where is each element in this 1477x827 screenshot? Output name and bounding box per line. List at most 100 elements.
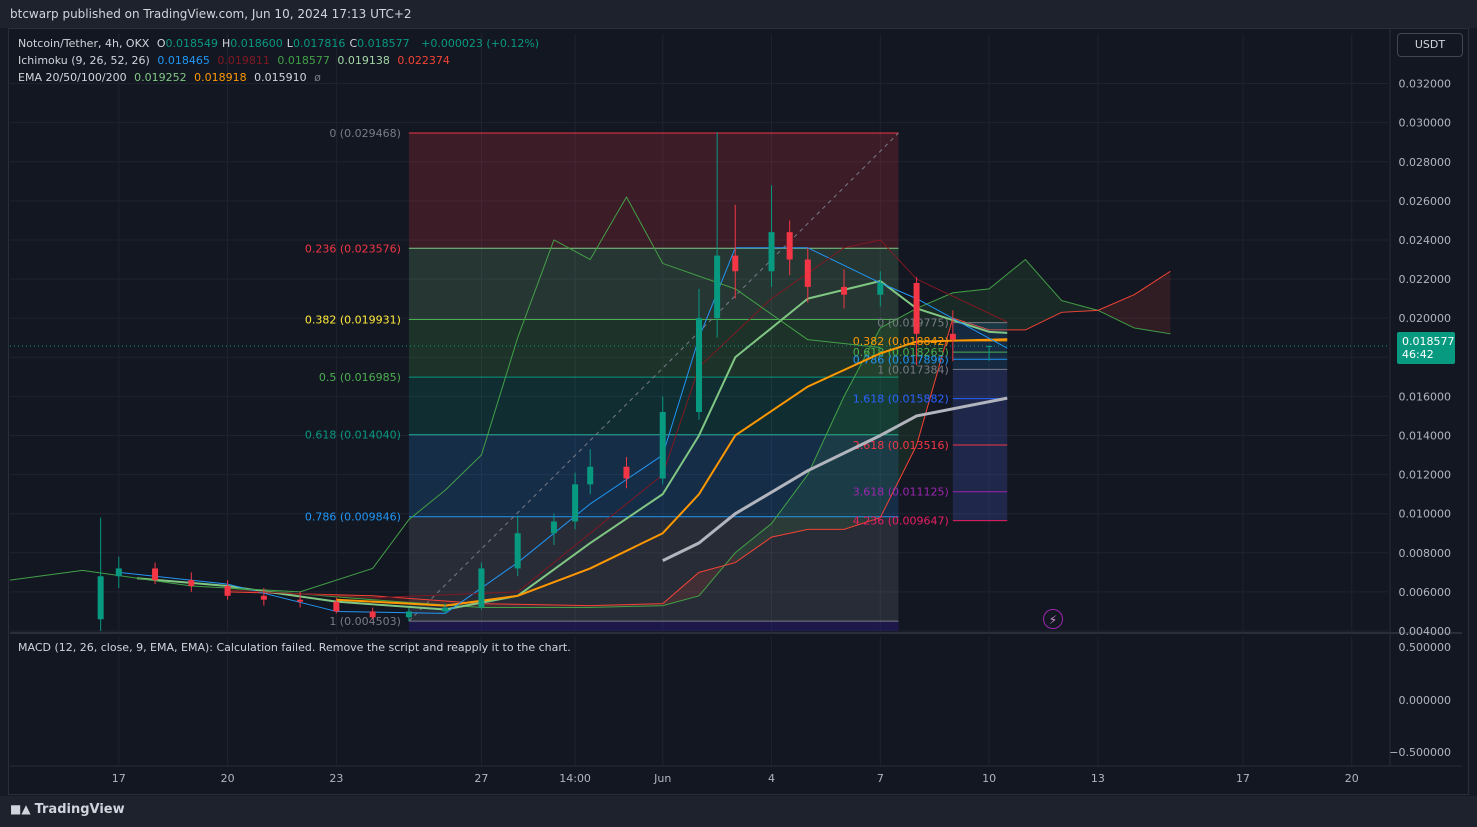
fib-level-label: 1 (0.004503)	[329, 615, 401, 628]
ichimoku-cloud	[989, 259, 1026, 330]
legend-ichimoku-row[interactable]: Ichimoku (9, 26, 52, 26) 0.018465 0.0198…	[18, 52, 543, 69]
legend-ohlc-label: O	[156, 37, 166, 50]
legend-ema-label: EMA 20/50/100/200	[18, 71, 127, 84]
price-axis-tick: 0.032000	[1399, 78, 1452, 91]
fib-extension-label: 0 (0.019775)	[877, 317, 949, 330]
candle-body	[572, 484, 579, 522]
candle-body	[115, 568, 122, 577]
candle-body	[514, 533, 521, 569]
macd-axis-tick: −0.500000	[1389, 746, 1451, 759]
candle-body	[696, 318, 702, 413]
price-axis-tick: 0.004000	[1399, 625, 1452, 638]
candle-body	[260, 595, 267, 600]
candle-body	[913, 282, 920, 334]
footer-bar	[0, 796, 1477, 827]
price-axis-tick: 0.024000	[1399, 234, 1452, 247]
candle-body	[369, 611, 376, 618]
fib-level-label: 0 (0.029468)	[329, 127, 401, 140]
fib-level-label: 0.382 (0.019931)	[305, 314, 401, 327]
bar-countdown: 46:42	[1402, 348, 1434, 361]
time-axis-tick: 4	[768, 772, 775, 785]
candle-body	[550, 521, 557, 534]
fib-level-label: 0.236 (0.023576)	[305, 242, 401, 255]
price-axis-tick: 0.006000	[1399, 586, 1452, 599]
candle-body	[949, 333, 956, 340]
fib-level-label: 0.5 (0.016985)	[319, 371, 401, 384]
legend-ohlc-value: 0.018549	[165, 37, 219, 50]
candle-body	[659, 412, 666, 479]
legend-symbol-row: Notcoin/Tether, 4h, OKX O0.018549 H0.0186…	[18, 35, 543, 52]
candle-body	[768, 232, 775, 272]
candle-body	[442, 607, 449, 612]
candle-body	[188, 580, 195, 587]
fib-zone	[408, 133, 899, 249]
fib-extension-label: 4.236 (0.009647)	[853, 515, 949, 528]
legend-ema-row[interactable]: EMA 20/50/100/200 0.019252 0.018918 0.01…	[18, 69, 543, 86]
legend-ema-value: 0.019252	[134, 71, 187, 84]
legend-ohlc-value: 0.018600	[230, 37, 283, 50]
time-axis-tick: 14:00	[559, 772, 591, 785]
legend-ema-value: ø	[314, 71, 321, 84]
price-axis-tick: 0.014000	[1399, 429, 1452, 442]
price-axis-tick: 0.016000	[1399, 390, 1452, 403]
candle-body	[97, 576, 104, 620]
currency-button[interactable]: USDT	[1397, 33, 1463, 57]
fib-zone	[408, 621, 899, 631]
time-axis-tick: 27	[474, 772, 488, 785]
time-axis-tick: Jun	[653, 772, 671, 785]
price-axis-tick: 0.022000	[1399, 273, 1452, 286]
candle-body	[623, 466, 630, 479]
candle-body	[333, 601, 340, 612]
legend-ohlc-value: 0.018577	[357, 37, 410, 50]
candle-body	[732, 255, 739, 272]
price-axis-tick: 0.010000	[1399, 508, 1452, 521]
legend-ichimoku-value: 0.019811	[217, 54, 270, 67]
legend-ohlc-label: C	[349, 37, 358, 50]
tradingview-logo-icon: ■▲	[10, 802, 31, 816]
candle-body	[804, 259, 811, 287]
legend-ichimoku-value: 0.022374	[397, 54, 450, 67]
chart-legend: Notcoin/Tether, 4h, OKX O0.018549 H0.0186…	[18, 35, 543, 86]
candle-body	[405, 611, 412, 618]
macd-label: MACD (12, 26, close, 9, EMA, EMA): Calcu…	[18, 641, 571, 654]
candle-body	[478, 568, 485, 608]
price-axis-tick: 0.026000	[1399, 195, 1452, 208]
fib-zone	[408, 319, 899, 378]
tradingview-logo: ■▲ TradingView	[10, 802, 125, 817]
fib-level-label: 0.786 (0.009846)	[305, 511, 401, 524]
legend-symbol[interactable]: Notcoin/Tether, 4h, OKX	[18, 37, 149, 50]
tradingview-logo-text: TradingView	[34, 802, 125, 817]
time-axis-tick: 20	[1345, 772, 1359, 785]
candle-body	[587, 466, 594, 485]
time-axis-tick: 7	[877, 772, 884, 785]
candle-body	[714, 255, 721, 319]
fib-extension-label: 3.618 (0.011125)	[853, 486, 949, 499]
fib-zone	[408, 377, 899, 435]
candle-body	[152, 568, 159, 581]
fib-zone	[408, 248, 899, 320]
legend-change: +0.000023 (+0.12%)	[421, 37, 540, 50]
price-axis-tick: 0.028000	[1399, 156, 1452, 169]
candle-body	[786, 232, 793, 260]
legend-ohlc-value: 0.017816	[292, 37, 346, 50]
macd-axis-tick: 0.000000	[1399, 694, 1452, 707]
price-axis-tick: 0.020000	[1399, 312, 1452, 325]
price-axis-tick: 0.012000	[1399, 469, 1452, 482]
time-axis-tick: 23	[329, 772, 343, 785]
legend-ema-value: 0.015910	[254, 71, 307, 84]
legend-ichimoku-value: 0.019138	[337, 54, 390, 67]
candle-body	[224, 586, 231, 596]
lightning-icon[interactable]: ⚡	[1043, 609, 1063, 629]
time-axis-tick: 17	[1236, 772, 1250, 785]
candle-body	[877, 282, 884, 295]
last-price-label: 0.018577 46:42	[1397, 332, 1455, 364]
main-chart[interactable]: 0 (0.029468) 0.236 (0.023576) 0.382 (0.019…	[0, 0, 1477, 827]
ichimoku-cloud	[1134, 271, 1171, 334]
ichimoku-cloud	[1097, 294, 1135, 328]
legend-ichimoku-value: 0.018465	[157, 54, 210, 67]
fib-extension-label: 1.618 (0.015882)	[853, 393, 949, 406]
time-axis-tick: 20	[221, 772, 235, 785]
time-axis-tick: 17	[112, 772, 126, 785]
candle-body	[986, 345, 993, 347]
fib-level-label: 0.618 (0.014040)	[305, 429, 401, 442]
